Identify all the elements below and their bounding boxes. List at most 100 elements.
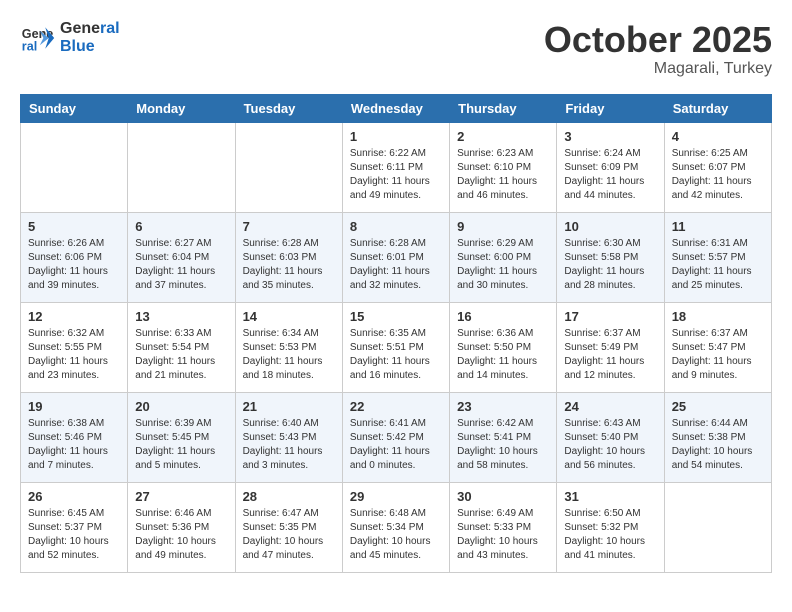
day-info: Sunrise: 6:28 AM Sunset: 6:01 PM Dayligh… (350, 237, 442, 293)
calendar-week-row: 12 Sunrise: 6:32 AM Sunset: 5:55 PM Dayli… (21, 302, 772, 392)
calendar-cell: 25 Sunrise: 6:44 AM Sunset: 5:38 PM Dayli… (664, 392, 771, 482)
logo-icon: Gene ral (20, 20, 56, 56)
calendar-cell: 8 Sunrise: 6:28 AM Sunset: 6:01 PM Daylig… (342, 212, 449, 302)
day-number: 18 (672, 309, 764, 324)
day-info: Sunrise: 6:42 AM Sunset: 5:41 PM Dayligh… (457, 417, 549, 473)
calendar-cell: 12 Sunrise: 6:32 AM Sunset: 5:55 PM Dayli… (21, 302, 128, 392)
day-info: Sunrise: 6:37 AM Sunset: 5:47 PM Dayligh… (672, 327, 764, 383)
logo-text: General Blue (60, 20, 120, 56)
calendar-cell: 31 Sunrise: 6:50 AM Sunset: 5:32 PM Dayli… (557, 482, 664, 572)
day-number: 24 (564, 399, 656, 414)
weekday-header-sunday: Sunday (21, 94, 128, 122)
weekday-header-saturday: Saturday (664, 94, 771, 122)
day-number: 14 (243, 309, 335, 324)
weekday-header-friday: Friday (557, 94, 664, 122)
calendar-week-row: 26Sunrise: 6:45 AM Sunset: 5:37 PM Dayli… (21, 482, 772, 572)
calendar-cell: 18 Sunrise: 6:37 AM Sunset: 5:47 PM Dayli… (664, 302, 771, 392)
day-info: Sunrise: 6:49 AM Sunset: 5:33 PM Dayligh… (457, 507, 549, 563)
calendar-cell (664, 482, 771, 572)
day-info: Sunrise: 6:33 AM Sunset: 5:54 PM Dayligh… (135, 327, 227, 383)
day-number: 17 (564, 309, 656, 324)
day-number: 10 (564, 219, 656, 234)
day-number: 2 (457, 129, 549, 144)
day-number: 22 (350, 399, 442, 414)
calendar-cell: 26Sunrise: 6:45 AM Sunset: 5:37 PM Dayli… (21, 482, 128, 572)
day-info: Sunrise: 6:23 AM Sunset: 6:10 PM Dayligh… (457, 147, 549, 203)
day-number: 16 (457, 309, 549, 324)
calendar-cell: 6Sunrise: 6:27 AM Sunset: 6:04 PM Daylig… (128, 212, 235, 302)
calendar-cell: 3 Sunrise: 6:24 AM Sunset: 6:09 PM Daylig… (557, 122, 664, 212)
day-number: 21 (243, 399, 335, 414)
day-info: Sunrise: 6:39 AM Sunset: 5:45 PM Dayligh… (135, 417, 227, 473)
weekday-header-wednesday: Wednesday (342, 94, 449, 122)
month-title: October 2025 (544, 20, 772, 60)
calendar-week-row: 1Sunrise: 6:22 AM Sunset: 6:11 PM Daylig… (21, 122, 772, 212)
day-number: 23 (457, 399, 549, 414)
calendar-cell: 5Sunrise: 6:26 AM Sunset: 6:06 PM Daylig… (21, 212, 128, 302)
calendar-cell: 13 Sunrise: 6:33 AM Sunset: 5:54 PM Dayli… (128, 302, 235, 392)
calendar-cell: 23 Sunrise: 6:42 AM Sunset: 5:41 PM Dayli… (450, 392, 557, 482)
day-info: Sunrise: 6:37 AM Sunset: 5:49 PM Dayligh… (564, 327, 656, 383)
day-number: 19 (28, 399, 120, 414)
day-info: Sunrise: 6:29 AM Sunset: 6:00 PM Dayligh… (457, 237, 549, 293)
day-info: Sunrise: 6:31 AM Sunset: 5:57 PM Dayligh… (672, 237, 764, 293)
calendar-cell: 20 Sunrise: 6:39 AM Sunset: 5:45 PM Dayli… (128, 392, 235, 482)
day-info: Sunrise: 6:36 AM Sunset: 5:50 PM Dayligh… (457, 327, 549, 383)
calendar-cell (128, 122, 235, 212)
day-number: 25 (672, 399, 764, 414)
day-number: 11 (672, 219, 764, 234)
day-info: Sunrise: 6:30 AM Sunset: 5:58 PM Dayligh… (564, 237, 656, 293)
day-info: Sunrise: 6:38 AM Sunset: 5:46 PM Dayligh… (28, 417, 120, 473)
day-number: 8 (350, 219, 442, 234)
title-area: October 2025 Magarali, Turkey (544, 20, 772, 78)
calendar-cell: 30 Sunrise: 6:49 AM Sunset: 5:33 PM Dayli… (450, 482, 557, 572)
day-info: Sunrise: 6:47 AM Sunset: 5:35 PM Dayligh… (243, 507, 335, 563)
calendar-cell: 16 Sunrise: 6:36 AM Sunset: 5:50 PM Dayli… (450, 302, 557, 392)
weekday-header-thursday: Thursday (450, 94, 557, 122)
day-number: 1 (350, 129, 442, 144)
day-info: Sunrise: 6:25 AM Sunset: 6:07 PM Dayligh… (672, 147, 764, 203)
day-number: 3 (564, 129, 656, 144)
day-number: 20 (135, 399, 227, 414)
day-number: 28 (243, 489, 335, 504)
day-number: 31 (564, 489, 656, 504)
day-number: 30 (457, 489, 549, 504)
calendar-cell: 21Sunrise: 6:40 AM Sunset: 5:43 PM Dayli… (235, 392, 342, 482)
day-info: Sunrise: 6:44 AM Sunset: 5:38 PM Dayligh… (672, 417, 764, 473)
location: Magarali, Turkey (544, 60, 772, 78)
calendar-cell: 9 Sunrise: 6:29 AM Sunset: 6:00 PM Daylig… (450, 212, 557, 302)
calendar-cell: 4 Sunrise: 6:25 AM Sunset: 6:07 PM Daylig… (664, 122, 771, 212)
day-number: 29 (350, 489, 442, 504)
calendar-cell: 28 Sunrise: 6:47 AM Sunset: 5:35 PM Dayli… (235, 482, 342, 572)
day-info: Sunrise: 6:27 AM Sunset: 6:04 PM Dayligh… (135, 237, 227, 293)
calendar-cell: 15 Sunrise: 6:35 AM Sunset: 5:51 PM Dayli… (342, 302, 449, 392)
weekday-header-tuesday: Tuesday (235, 94, 342, 122)
calendar-cell: 19 Sunrise: 6:38 AM Sunset: 5:46 PM Dayli… (21, 392, 128, 482)
day-number: 15 (350, 309, 442, 324)
calendar-cell: 27Sunrise: 6:46 AM Sunset: 5:36 PM Dayli… (128, 482, 235, 572)
day-number: 13 (135, 309, 227, 324)
calendar-cell (235, 122, 342, 212)
day-info: Sunrise: 6:50 AM Sunset: 5:32 PM Dayligh… (564, 507, 656, 563)
day-info: Sunrise: 6:26 AM Sunset: 6:06 PM Dayligh… (28, 237, 120, 293)
svg-text:ral: ral (22, 40, 37, 54)
calendar-cell: 29Sunrise: 6:48 AM Sunset: 5:34 PM Dayli… (342, 482, 449, 572)
calendar-cell: 22 Sunrise: 6:41 AM Sunset: 5:42 PM Dayli… (342, 392, 449, 482)
day-info: Sunrise: 6:43 AM Sunset: 5:40 PM Dayligh… (564, 417, 656, 473)
day-number: 9 (457, 219, 549, 234)
logo: Gene ral General Blue (20, 20, 120, 56)
page-header: Gene ral General Blue October 2025 Magar… (20, 20, 772, 78)
day-info: Sunrise: 6:35 AM Sunset: 5:51 PM Dayligh… (350, 327, 442, 383)
calendar-cell: 14Sunrise: 6:34 AM Sunset: 5:53 PM Dayli… (235, 302, 342, 392)
day-number: 7 (243, 219, 335, 234)
day-number: 4 (672, 129, 764, 144)
day-info: Sunrise: 6:28 AM Sunset: 6:03 PM Dayligh… (243, 237, 335, 293)
day-info: Sunrise: 6:41 AM Sunset: 5:42 PM Dayligh… (350, 417, 442, 473)
day-number: 12 (28, 309, 120, 324)
day-info: Sunrise: 6:24 AM Sunset: 6:09 PM Dayligh… (564, 147, 656, 203)
day-info: Sunrise: 6:32 AM Sunset: 5:55 PM Dayligh… (28, 327, 120, 383)
calendar-cell: 2 Sunrise: 6:23 AM Sunset: 6:10 PM Daylig… (450, 122, 557, 212)
day-number: 27 (135, 489, 227, 504)
calendar-cell (21, 122, 128, 212)
calendar-cell: 17 Sunrise: 6:37 AM Sunset: 5:49 PM Dayli… (557, 302, 664, 392)
